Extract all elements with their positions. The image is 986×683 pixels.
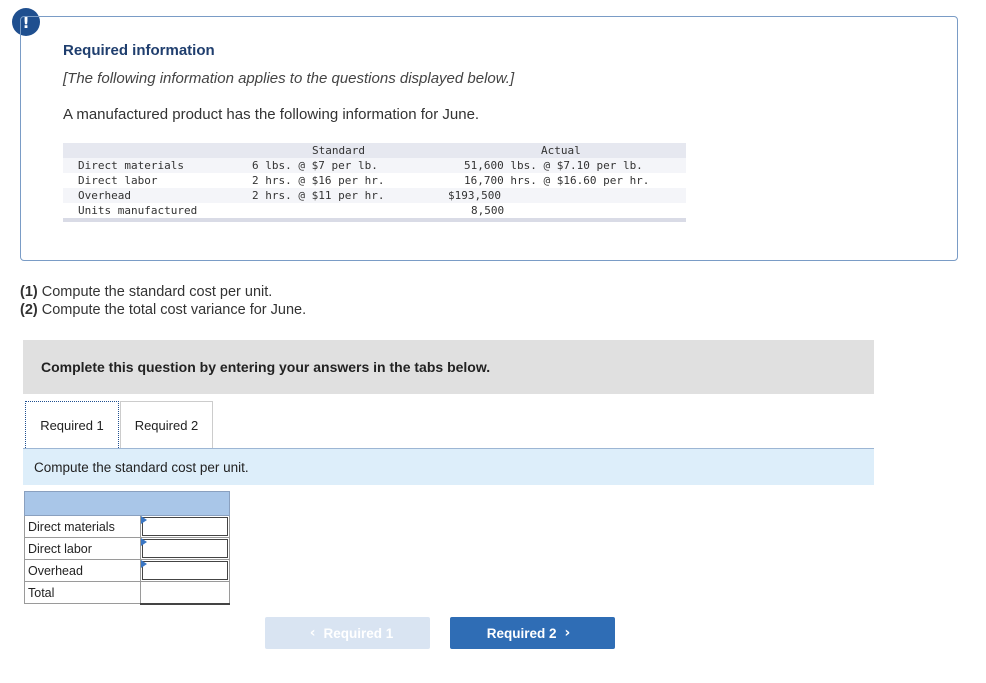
actual-header: Actual	[541, 144, 581, 157]
data-table-row: Overhead 2 hrs. @ $11 per hr. $193,500	[63, 188, 686, 203]
required-info-title: Required information	[63, 42, 215, 59]
row-label: Direct materials	[78, 159, 184, 172]
input-box[interactable]	[141, 539, 228, 558]
answer-header-cell	[24, 491, 230, 516]
data-table: Standard Actual Direct materials 6 lbs. …	[63, 143, 686, 222]
row-label: Overhead	[78, 189, 131, 202]
required-info-subtitle: [The following information applies to th…	[63, 70, 515, 87]
input-marker-icon	[140, 516, 147, 524]
answer-row-total: Total	[24, 581, 231, 605]
next-button[interactable]: Required 2 ›	[450, 617, 615, 649]
input-marker-icon	[140, 538, 147, 546]
actual-value: $193,500	[448, 189, 501, 202]
complete-banner: Complete this question by entering your …	[23, 340, 874, 394]
input-box[interactable]	[141, 561, 228, 580]
answer-row: Overhead	[24, 559, 231, 582]
overhead-input[interactable]	[139, 559, 231, 582]
previous-button-label: Required 1	[323, 625, 394, 641]
row-label: Units manufactured	[78, 204, 198, 217]
chevron-left-icon: ‹	[309, 625, 316, 641]
standard-header: Standard	[312, 144, 365, 157]
standard-value: 2 hrs. @ $11 per hr.	[252, 189, 385, 202]
question-text: Compute the standard cost per unit.	[37, 284, 273, 300]
data-table-row: Direct materials 6 lbs. @ $7 per lb. 51,…	[63, 158, 686, 173]
answer-row-label: Direct labor	[24, 537, 141, 560]
question-text: Compute the total cost variance for June…	[37, 302, 307, 318]
data-table-row: Direct labor 2 hrs. @ $16 per hr. 16,700…	[63, 173, 686, 188]
question-item: (1) Compute the standard cost per unit.	[20, 283, 306, 301]
direct-materials-input[interactable]	[139, 515, 231, 538]
answer-row-label: Overhead	[24, 559, 141, 582]
answer-row-label: Total	[24, 581, 141, 604]
actual-value: 8,500	[471, 204, 505, 217]
answer-table-header	[24, 491, 230, 516]
answer-row-label: Direct materials	[24, 515, 141, 538]
answer-row: Direct labor	[24, 537, 231, 560]
input-box[interactable]	[141, 517, 228, 536]
answer-row: Direct materials	[24, 515, 231, 538]
standard-value: 6 lbs. @ $7 per lb.	[252, 159, 378, 172]
actual-value: 16,700 hrs. @ $16.60 per hr.	[464, 174, 650, 187]
question-number: (2)	[20, 302, 38, 318]
tab-required-2[interactable]: Required 2	[120, 401, 213, 448]
question-number: (1)	[20, 284, 38, 300]
total-value	[139, 581, 231, 605]
question-list: (1) Compute the standard cost per unit. …	[20, 283, 306, 319]
direct-labor-input[interactable]	[139, 537, 231, 560]
next-button-label: Required 2	[486, 625, 557, 641]
tab-required-1[interactable]: Required 1	[25, 401, 119, 448]
previous-button[interactable]: ‹ Required 1	[265, 617, 430, 649]
data-table-header: Standard Actual	[63, 143, 686, 158]
data-table-row: Units manufactured 8,500	[63, 203, 686, 218]
actual-value: 51,600 lbs. @ $7.10 per lb.	[464, 159, 643, 172]
row-label: Direct labor	[78, 174, 158, 187]
answer-table: Direct materials Direct labor Overhead T…	[24, 491, 231, 605]
chevron-right-icon: ›	[564, 625, 571, 641]
tab-instruction: Compute the standard cost per unit.	[23, 449, 874, 485]
standard-value: 2 hrs. @ $16 per hr.	[252, 174, 385, 187]
required-info-description: A manufactured product has the following…	[63, 106, 480, 123]
question-item: (2) Compute the total cost variance for …	[20, 301, 306, 319]
input-marker-icon	[140, 560, 147, 568]
